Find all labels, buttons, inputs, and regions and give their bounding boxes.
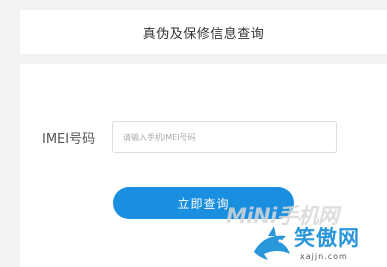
imei-input[interactable] — [112, 121, 337, 153]
shark-icon — [254, 226, 290, 260]
imei-label: IMEI号码 — [42, 132, 96, 147]
page-header: 真伪及保修信息查询 — [20, 10, 387, 54]
watermark-site: xajjn.com — [300, 252, 348, 261]
page-title: 真伪及保修信息查询 — [142, 26, 265, 42]
watermark-brand: 笑傲网 — [294, 226, 360, 250]
